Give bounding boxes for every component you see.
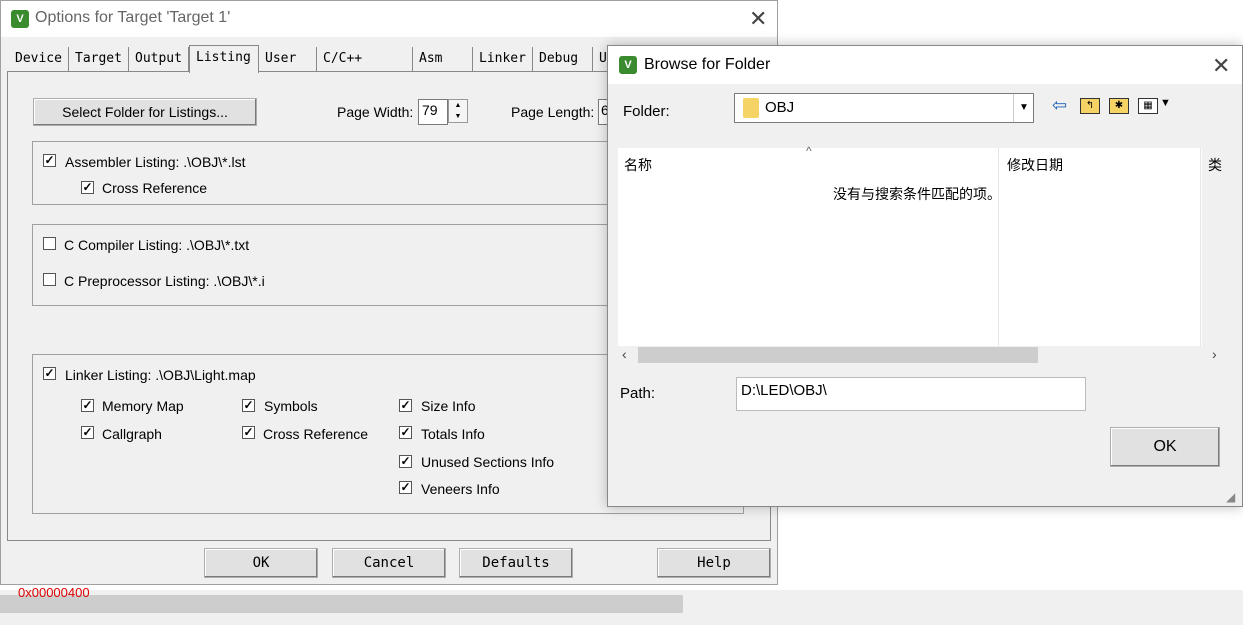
options-title-bar[interactable]: V Options for Target 'Target 1' ✕ [1, 1, 777, 37]
totals-info-checkbox[interactable]: ✓ [399, 426, 412, 439]
callgraph-checkbox[interactable]: ✓ [81, 426, 94, 439]
column-header-name[interactable]: 名称 [624, 155, 652, 175]
memory-map-label: Memory Map [102, 398, 184, 414]
tab-output[interactable]: Output [129, 47, 189, 71]
empty-message: 没有与搜索条件匹配的项。 [833, 186, 1001, 202]
linker-cross-reference-checkbox[interactable]: ✓ [242, 426, 255, 439]
defaults-button[interactable]: Defaults [459, 548, 573, 578]
page-width-label: Page Width: [337, 104, 414, 120]
tab-target[interactable]: Target [69, 47, 129, 71]
memory-map-checkbox[interactable]: ✓ [81, 399, 94, 412]
background-scrollbar[interactable] [0, 595, 683, 613]
browse-ok-button[interactable]: OK [1110, 427, 1220, 467]
linker-listing-label: Linker Listing: .\OBJ\Light.map [65, 367, 256, 383]
unused-sections-info-checkbox[interactable]: ✓ [399, 455, 412, 468]
symbols-checkbox[interactable]: ✓ [242, 399, 255, 412]
tab-asm[interactable]: Asm [413, 47, 473, 71]
column-separator[interactable] [998, 148, 999, 346]
chevron-down-icon[interactable]: ▼ [1013, 94, 1034, 122]
browse-title-bar[interactable]: V Browse for Folder ✕ [608, 46, 1242, 84]
view-menu-icon[interactable]: ▦ [1138, 98, 1158, 114]
select-folder-button[interactable]: Select Folder for Listings... [33, 98, 257, 126]
new-folder-icon[interactable]: ✱ [1109, 98, 1129, 114]
size-info-checkbox[interactable]: ✓ [399, 399, 412, 412]
c-preprocessor-listing-label: C Preprocessor Listing: .\OBJ\*.i [64, 273, 265, 289]
asm-cross-reference-label: Cross Reference [102, 180, 208, 196]
scroll-right-icon[interactable]: › [1212, 346, 1217, 362]
column-separator[interactable] [1200, 148, 1201, 346]
folder-icon [743, 98, 759, 118]
path-label: Path: [620, 385, 656, 402]
linker-cross-reference-label: Cross Reference [263, 426, 369, 442]
unused-sections-info-label: Unused Sections Info [421, 454, 555, 470]
page-length-label: Page Length: [511, 104, 595, 120]
size-info-label: Size Info [421, 398, 476, 414]
up-folder-icon[interactable]: ↰ [1080, 98, 1100, 114]
page-width-spinner[interactable]: ▲ ▼ [448, 99, 468, 123]
asm-cross-reference-checkbox[interactable]: ✓ [81, 181, 94, 194]
browse-for-folder-dialog: V Browse for Folder ✕ Folder: OBJ ▼ ⇦ ↰ … [607, 45, 1243, 507]
folder-label: Folder: [623, 103, 670, 120]
page-width-input[interactable]: 79 [418, 99, 448, 125]
c-compiler-listing-label: C Compiler Listing: .\OBJ\*.txt [64, 237, 250, 253]
c-preprocessor-listing-checkbox[interactable] [43, 273, 56, 286]
cancel-button[interactable]: Cancel [332, 548, 446, 578]
path-input[interactable]: D:\LED\OBJ\ [736, 377, 1086, 411]
totals-info-label: Totals Info [421, 426, 485, 442]
veneers-info-label: Veneers Info [421, 481, 500, 497]
linker-listing-checkbox[interactable]: ✓ [43, 367, 56, 380]
back-arrow-icon[interactable]: ⇦ [1052, 95, 1067, 116]
background-red-text: 0x00000400 [18, 585, 90, 600]
column-header-modified[interactable]: 修改日期 [1007, 155, 1063, 175]
tab-debug[interactable]: Debug [533, 47, 593, 71]
scroll-thumb[interactable] [638, 347, 1038, 363]
veneers-info-checkbox[interactable]: ✓ [399, 481, 412, 494]
tab-linker[interactable]: Linker [473, 47, 533, 71]
tab-listing[interactable]: Listing [189, 45, 259, 73]
browse-title: Browse for Folder [644, 56, 771, 73]
c-compiler-listing-checkbox[interactable] [43, 237, 56, 250]
folder-value: OBJ [765, 99, 795, 116]
tab-user[interactable]: User [259, 47, 317, 71]
folder-list-view[interactable]: ^ 名称 修改日期 类 没有与搜索条件匹配的项。 [618, 144, 1222, 346]
symbols-label: Symbols [264, 398, 318, 414]
tab-device[interactable]: Device [9, 47, 69, 71]
assembler-listing-checkbox[interactable]: ✓ [43, 154, 56, 167]
close-icon[interactable]: ✕ [749, 8, 767, 30]
assembler-listing-label: Assembler Listing: .\OBJ\*.lst [65, 154, 246, 170]
callgraph-label: Callgraph [102, 426, 162, 442]
scroll-left-icon[interactable]: ‹ [622, 346, 627, 362]
window-title: Options for Target 'Target 1' [35, 9, 231, 26]
sort-ascending-icon: ^ [806, 144, 812, 158]
keil-uvision-icon: V [11, 10, 29, 28]
help-button[interactable]: Help [657, 548, 771, 578]
folder-combobox[interactable]: OBJ ▼ [734, 93, 1034, 123]
tab-cpp-ac6[interactable]: C/C++ (AC6) [317, 47, 413, 90]
horizontal-scrollbar[interactable]: ‹ › [618, 346, 1217, 364]
ok-button[interactable]: OK [204, 548, 318, 578]
resize-grip-icon[interactable]: ◢ [1226, 490, 1235, 504]
close-icon[interactable]: ✕ [1212, 55, 1230, 77]
keil-uvision-icon: V [619, 56, 637, 74]
view-dropdown-icon[interactable]: ▼ [1160, 97, 1171, 109]
